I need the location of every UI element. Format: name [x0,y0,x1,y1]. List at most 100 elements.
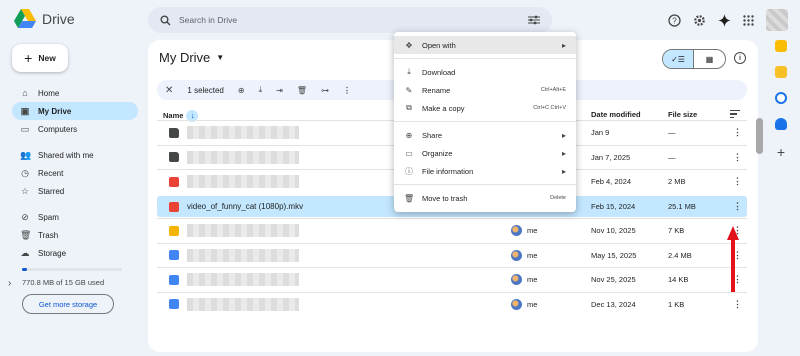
info-icon: ⓘ [405,166,413,176]
clear-selection-icon[interactable]: ✕ [165,85,173,96]
sidebar-item-starred[interactable]: ☆ Starred [12,182,138,200]
keep-icon[interactable] [775,66,787,78]
date-modified: Nov 25, 2025 [591,275,636,285]
rename-shortcut: Ctrl+Alt+E [540,87,566,93]
doc-file-icon [169,250,179,261]
slides-file-icon [169,225,179,236]
redacted-file-name [187,150,299,164]
table-row[interactable]: me May 15, 2025 2.4 MB ⋮ [157,242,747,268]
move-icon[interactable]: ⇥ [276,86,283,95]
sidebar-item-storage[interactable]: ☁ Storage [12,244,138,262]
chevron-right-icon: ▸ [561,148,566,158]
more-actions-icon[interactable]: ⋮ [343,86,351,95]
file-size: — [668,128,676,138]
settings-gear-icon[interactable] [693,14,706,27]
sidebar-item-label: My Drive [38,106,72,116]
redacted-file-name [187,175,299,189]
get-more-storage-button[interactable]: Get more storage [22,294,114,314]
download-icon[interactable]: ⤓ [259,85,263,95]
table-row[interactable]: me Dec 13, 2024 1 KB ⋮ [157,291,747,317]
drive-logo[interactable]: Drive [14,9,75,29]
menu-item-rename[interactable]: ✎ Rename Ctrl+Alt+E [394,81,576,99]
search-options-icon[interactable] [528,15,540,25]
view-toggle: ✓☰ ▦ [662,49,726,69]
sidebar-item-shared[interactable]: 👥 Shared with me [12,146,138,164]
more-actions-icon[interactable]: ⋮ [733,201,742,212]
drive-logo-icon [14,9,36,28]
grid-icon: ▦ [705,54,714,64]
link-icon[interactable]: ⊶ [321,86,329,95]
file-size: 7 KB [668,226,685,236]
apps-grid-icon[interactable] [743,14,754,26]
menu-item-share[interactable]: ⊕ Share ▸ [394,126,576,144]
menu-item-label: Move to trash [422,193,468,203]
tasks-icon[interactable] [775,92,787,104]
menu-item-file-information[interactable]: ⓘ File information ▸ [394,162,576,180]
menu-item-label: Rename [422,85,451,95]
chevron-right-icon[interactable]: › [8,278,11,289]
table-row[interactable]: me Nov 10, 2025 7 KB ⋮ [157,218,747,243]
search-bar[interactable]: Search in Drive [148,7,552,33]
owner-avatar [511,274,522,286]
download-icon: ⤓ [407,67,411,76]
sidebar-nav: ⌂ Home ▣ My Drive ▭ Computers 👥 Shared with … [12,84,138,262]
my-drive-icon: ▣ [20,105,30,116]
redacted-file-name [187,248,299,262]
search-icon[interactable] [160,15,171,26]
red-arrow-annotation [727,226,739,292]
more-actions-icon[interactable]: ⋮ [733,152,742,163]
sidebar-item-label: Home [38,88,60,98]
open-with-icon: ✥ [405,40,413,50]
page-title[interactable]: My Drive ▼ [159,50,224,65]
column-header-size[interactable]: File size [668,110,697,119]
context-menu: ✥ Open with ▸ ⤓ Download ✎ Rename Ctrl+Alt+E … [394,32,576,212]
sidebar-item-my-drive[interactable]: ▣ My Drive [12,102,138,120]
owner-avatar [511,298,522,310]
table-row[interactable]: me Nov 25, 2025 14 KB ⋮ [157,267,747,292]
search-input[interactable]: Search in Drive [179,15,528,25]
share-icon[interactable]: ⊕ [238,86,245,95]
redacted-file-name [187,224,299,238]
video-file-icon [169,201,179,212]
owner-avatar [511,225,522,237]
column-header-date[interactable]: Date modified [591,110,641,119]
computer-icon: ▭ [20,123,30,134]
chevron-right-icon: ▸ [561,40,566,50]
date-modified: Jan 7, 2025 [591,152,631,162]
add-addon-icon[interactable]: + [768,144,794,160]
storage-progress-bar [22,268,122,271]
menu-item-organize[interactable]: ▭ Organize ▸ [394,144,576,162]
chevron-right-icon: ▸ [561,130,566,140]
home-icon: ⌂ [22,88,28,98]
owner-name: me [527,299,538,309]
trash-icon[interactable]: 🗑 [297,86,307,95]
file-size: 2.4 MB [668,250,692,260]
menu-item-download[interactable]: ⤓ Download [394,63,576,81]
new-button[interactable]: + New [12,44,68,72]
calendar-icon[interactable] [775,40,787,52]
owner-name: me [527,226,538,236]
menu-item-make-copy[interactable]: ⧉ Make a copy Ctrl+C Ctrl+V [394,99,576,117]
info-icon[interactable]: i [734,52,746,64]
account-avatar[interactable] [766,9,788,31]
more-actions-icon[interactable]: ⋮ [733,176,742,187]
sidebar-item-spam[interactable]: ⊘ Spam [12,208,138,226]
trash-icon: 🗑 [404,193,415,203]
scrollbar-thumb[interactable] [756,118,763,154]
sidebar-item-computers[interactable]: ▭ Computers [12,120,138,138]
help-icon[interactable]: ? [668,13,681,27]
sort-options-icon[interactable] [730,110,740,120]
storage-usage-text: 770.8 MB of 15 GB used [22,278,105,287]
gemini-sparkle-icon[interactable] [718,13,731,27]
sidebar-item-home[interactable]: ⌂ Home [12,84,138,102]
sidebar-item-recent[interactable]: ◷ Recent [12,164,138,182]
more-actions-icon[interactable]: ⋮ [733,299,742,310]
contacts-icon[interactable] [775,118,787,130]
menu-item-move-to-trash[interactable]: 🗑 Move to trash Delete [394,189,576,207]
list-view-button[interactable]: ✓☰ [663,50,694,68]
more-actions-icon[interactable]: ⋮ [733,127,742,138]
sidebar-item-trash[interactable]: 🗑 Trash [12,226,138,244]
svg-text:?: ? [672,16,677,25]
menu-item-open-with[interactable]: ✥ Open with ▸ [394,36,576,54]
grid-view-button[interactable]: ▦ [694,50,725,68]
